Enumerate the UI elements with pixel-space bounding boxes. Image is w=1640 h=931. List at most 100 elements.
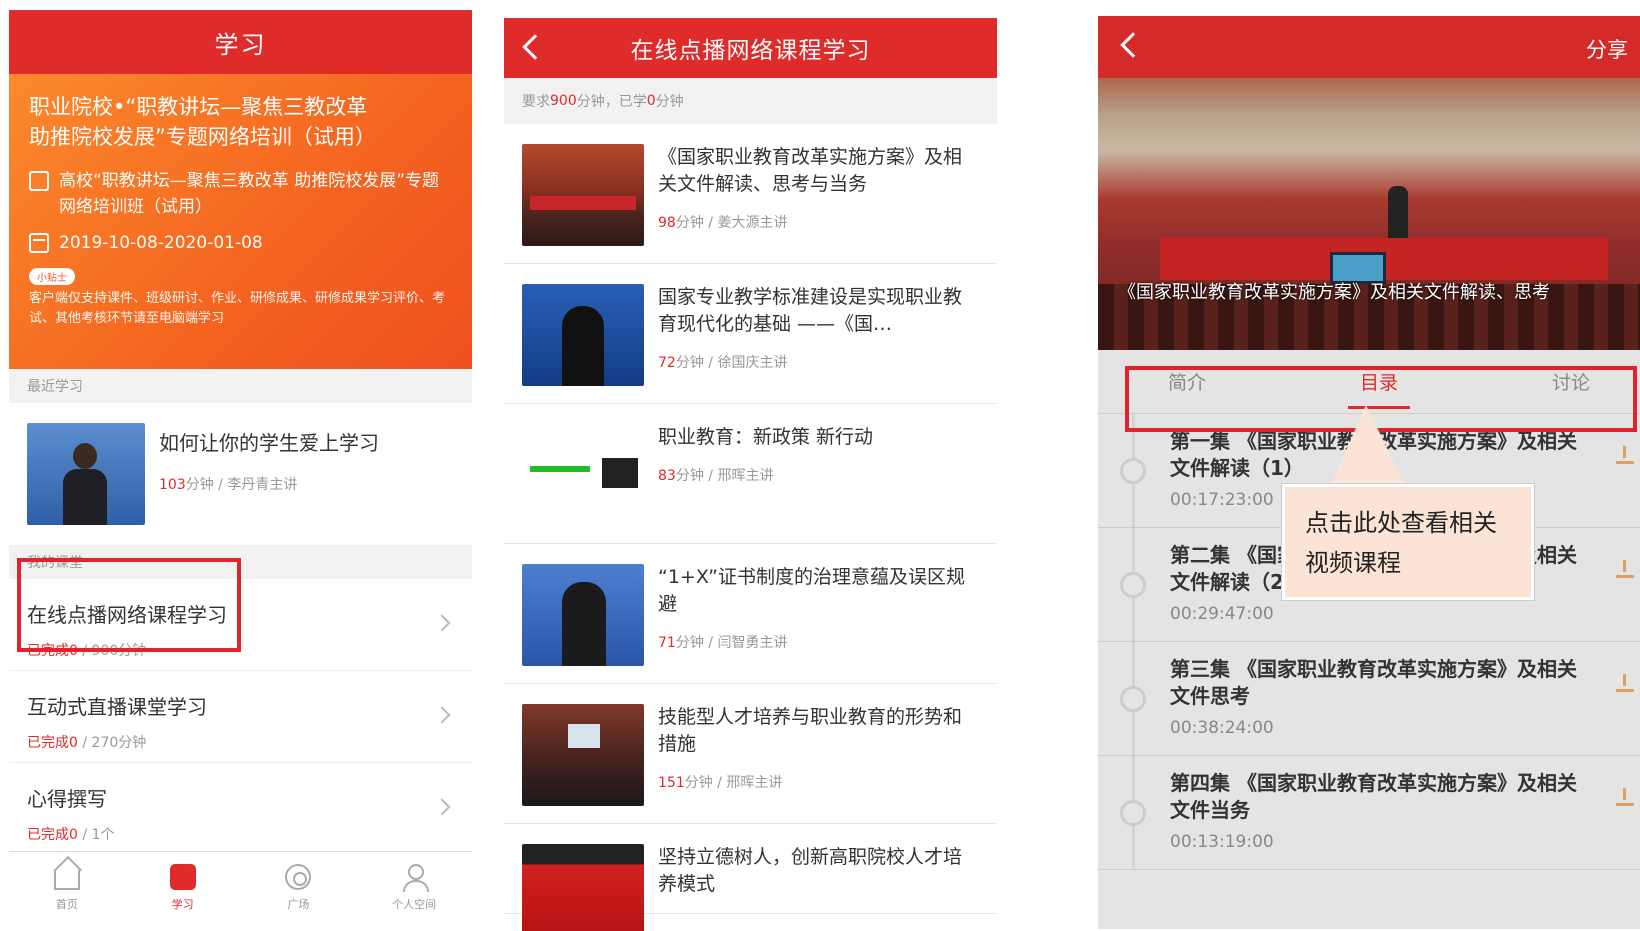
program-banner[interactable]: 职业院校•“职教讲坛—聚焦三教改革 助推院校发展”专题网络培训（试用） 高校“职…	[9, 74, 472, 369]
episode-item[interactable]: 第四集 《国家职业教育改革实施方案》及相关文件当务 00:13:19:00	[1098, 756, 1640, 870]
lesson-minutes: 98	[658, 215, 676, 231]
calendar-icon	[29, 233, 49, 253]
lesson-minutes: 83	[658, 468, 676, 484]
page-title: 学习	[9, 10, 472, 74]
program-title: 职业院校•“职教讲坛—聚焦三教改革 助推院校发展”专题网络培训（试用）	[29, 95, 376, 149]
course-title: 互动式直播课堂学习	[27, 695, 207, 719]
course-done: 已完成0	[27, 735, 78, 751]
tab-label: 广场	[287, 897, 310, 911]
req-minutes: 900	[550, 93, 577, 109]
course-total: / 1个	[77, 827, 115, 843]
course-total: / 270分钟	[77, 735, 147, 751]
back-icon[interactable]	[1120, 32, 1146, 58]
lesson-item[interactable]: 技能型人才培养与职业教育的形势和措施 151分钟 / 邢晖主讲	[504, 684, 997, 824]
lesson-speaker: 分钟 / 邢晖主讲	[684, 775, 783, 791]
class-name: 高校“职教讲坛—聚焦三教改革 助推院校发展”专题网络培训班（试用）	[59, 171, 440, 217]
lesson-item[interactable]: “1+X”证书制度的治理意蕴及误区规避 71分钟 / 闫智勇主讲	[504, 544, 997, 684]
req-learned: 0	[646, 93, 656, 109]
download-icon[interactable]	[1616, 674, 1634, 692]
tab-profile[interactable]: 个人空间	[356, 852, 472, 923]
episode-item[interactable]: 第三集 《国家职业教育改革实施方案》及相关文件思考 00:38:24:00	[1098, 642, 1640, 756]
lesson-title: 技能型人才培养与职业教育的形势和措施	[658, 706, 963, 755]
course-item-essay[interactable]: 心得撰写 已完成0 / 1个	[9, 763, 472, 855]
bottom-tabbar: 首页 学习 广场 个人空间	[9, 851, 472, 923]
lesson-speaker: 分钟 / 徐国庆主讲	[675, 355, 788, 371]
tab-study[interactable]: 学习	[125, 852, 241, 923]
video-player[interactable]: 《国家职业教育改革实施方案》及相关文件解读、思考 分享	[1098, 16, 1640, 350]
lesson-item[interactable]: 国家专业教学标准建设是实现职业教育现代化的基础 ——《国… 72分钟 / 徐国庆…	[504, 264, 997, 404]
recent-course-title: 如何让你的学生爱上学习	[159, 431, 379, 455]
lesson-title: 职业教育：新政策 新行动	[658, 426, 874, 448]
lesson-meta: 72分钟 / 徐国庆主讲	[658, 352, 968, 372]
lesson-speaker: 分钟 / 邢晖主讲	[675, 468, 774, 484]
course-progress: 已完成0 / 1个	[27, 824, 454, 844]
lesson-title: 国家专业教学标准建设是实现职业教育现代化的基础 ——《国…	[658, 286, 963, 335]
req-mid: 分钟，已学	[576, 94, 647, 110]
home-icon	[53, 869, 80, 890]
header-bar: 在线点播网络课程学习	[504, 18, 997, 78]
lesson-speaker: 分钟 / 闫智勇主讲	[675, 635, 788, 651]
share-button[interactable]: 分享	[1586, 34, 1628, 64]
lesson-item[interactable]: 职业教育：新政策 新行动 83分钟 / 邢晖主讲	[504, 404, 997, 544]
lesson-thumbnail	[522, 144, 644, 246]
tab-label: 学习	[171, 897, 194, 911]
course-thumbnail	[27, 423, 145, 525]
lesson-meta: 71分钟 / 闫智勇主讲	[658, 632, 968, 652]
target-icon	[285, 863, 312, 890]
course-title: 心得撰写	[27, 787, 107, 811]
class-row: 高校“职教讲坛—聚焦三教改革 助推院校发展”专题网络培训班（试用）	[29, 168, 452, 220]
recent-minutes: 103	[159, 477, 186, 493]
episode-duration: 00:38:24:00	[1170, 718, 1274, 738]
download-icon[interactable]	[1616, 446, 1634, 464]
episode-duration: 00:29:47:00	[1170, 604, 1274, 624]
course-item-live[interactable]: 互动式直播课堂学习 已完成0 / 270分钟	[9, 671, 472, 763]
back-icon[interactable]	[522, 34, 548, 60]
lesson-title: “1+X”证书制度的治理意蕴及误区规避	[658, 566, 965, 615]
callout-pointer	[1330, 405, 1406, 487]
course-progress: 已完成0 / 270分钟	[27, 732, 454, 752]
recent-speaker: 分钟 / 李丹青主讲	[185, 477, 298, 493]
lesson-meta: 98分钟 / 姜大源主讲	[658, 212, 968, 232]
lesson-item[interactable]: 坚持立德树人，创新高职院校人才培养模式	[504, 824, 997, 931]
download-icon[interactable]	[1616, 788, 1634, 806]
download-icon[interactable]	[1616, 560, 1634, 578]
req-suffix: 分钟	[655, 94, 684, 110]
lesson-minutes: 72	[658, 355, 676, 371]
tab-plaza[interactable]: 广场	[241, 852, 357, 923]
requirement-text: 要求 900 分钟，已学 0 分钟	[504, 78, 997, 124]
tab-home[interactable]: 首页	[9, 852, 125, 923]
study-screen: 学习 职业院校•“职教讲坛—聚焦三教改革 助推院校发展”专题网络培训（试用） 高…	[9, 10, 472, 923]
book-icon	[29, 171, 49, 191]
play-icon	[1120, 800, 1146, 826]
tab-label: 个人空间	[392, 897, 437, 911]
date-row: 2019-10-08-2020-01-08	[29, 230, 452, 256]
lesson-title: 《国家职业教育改革实施方案》及相关文件解读、思考与当务	[658, 146, 963, 195]
lesson-title: 坚持立德树人，创新高职院校人才培养模式	[658, 846, 963, 895]
episode-title: 第四集 《国家职业教育改革实施方案》及相关文件当务	[1170, 771, 1577, 822]
tip-badge: 小贴士	[29, 268, 75, 285]
req-prefix: 要求	[522, 94, 550, 110]
lesson-minutes: 151	[658, 775, 685, 791]
lesson-thumbnail	[522, 704, 644, 806]
date-range: 2019-10-08-2020-01-08	[59, 233, 263, 253]
lesson-thumbnail	[522, 284, 644, 386]
lesson-meta: 151分钟 / 邢晖主讲	[658, 772, 968, 792]
callout-annotation: 点击此处查看相关视频课程	[1282, 484, 1534, 600]
recent-course[interactable]: 如何让你的学生爱上学习 103分钟 / 李丹青主讲	[9, 403, 472, 545]
video-subtitle: 《国家职业教育改革实施方案》及相关文件解读、思考	[1118, 282, 1550, 303]
play-icon	[1120, 686, 1146, 712]
header-bar: 分享	[1098, 16, 1640, 78]
play-icon	[1120, 458, 1146, 484]
lesson-thumbnail	[522, 564, 644, 666]
tip-text: 客户端仅支持课件、班级研讨、作业、研修成果、研修成果学习评价、考试、其他考核环节…	[29, 291, 446, 326]
highlight-box	[17, 558, 241, 652]
page-title: 在线点播网络课程学习	[630, 38, 871, 64]
play-icon	[1120, 572, 1146, 598]
recent-label: 最近学习	[9, 369, 472, 403]
course-list-screen: 在线点播网络课程学习 要求 900 分钟，已学 0 分钟 《国家职业教育改革实施方案》及…	[504, 18, 997, 931]
lesson-minutes: 71	[658, 635, 676, 651]
course-done: 已完成0	[27, 827, 78, 843]
speaker-figure	[1388, 186, 1408, 238]
lesson-item[interactable]: 《国家职业教育改革实施方案》及相关文件解读、思考与当务 98分钟 / 姜大源主讲	[504, 124, 997, 264]
episode-duration: 00:13:19:00	[1170, 832, 1274, 852]
